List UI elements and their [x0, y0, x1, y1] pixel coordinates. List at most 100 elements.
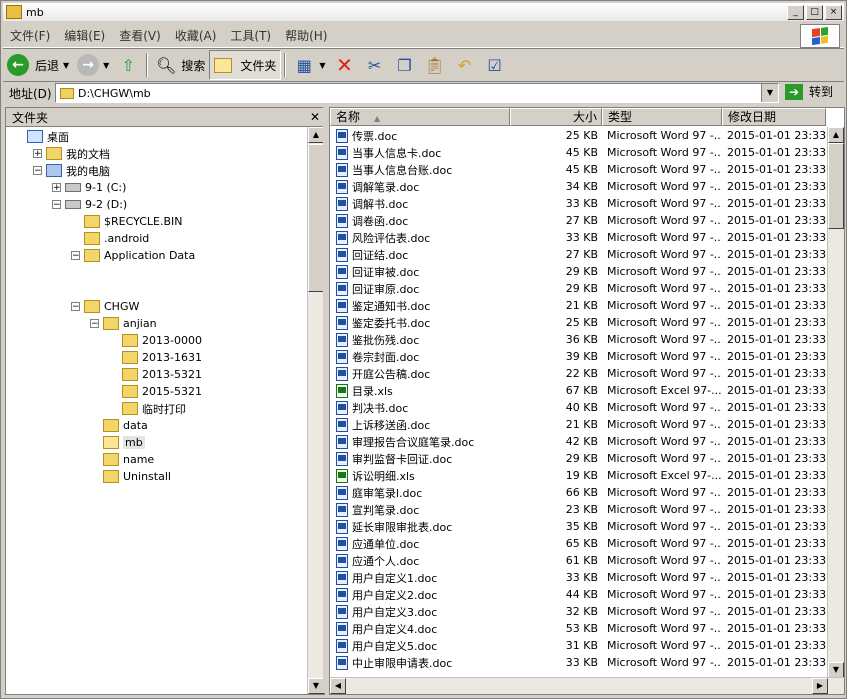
back-button[interactable]: ← 后退 ▼: [3, 51, 73, 79]
expand-icon[interactable]: +: [33, 149, 42, 159]
forward-button[interactable]: → ▼: [73, 51, 113, 79]
tree-item[interactable]: .android: [71, 230, 149, 247]
tree-item[interactable]: 2013-5321: [109, 366, 202, 383]
tree-item[interactable]: − anjian: [90, 315, 157, 332]
menu-edit[interactable]: 编辑(E): [57, 27, 112, 44]
tree-item[interactable]: 2013-1631: [109, 349, 202, 366]
properties-button[interactable]: ☑: [480, 51, 510, 79]
address-dropdown-icon[interactable]: ▼: [761, 84, 778, 102]
file-row[interactable]: 中止审限申请表.doc 33 KB Microsoft Word 97 -... 20…: [330, 654, 826, 671]
file-row[interactable]: 调解笔录.doc 34 KB Microsoft Word 97 -... 2015-…: [330, 178, 826, 195]
file-row[interactable]: 回证审原.doc 29 KB Microsoft Word 97 -... 2015-…: [330, 280, 826, 297]
close-button[interactable]: ×: [825, 5, 842, 20]
collapse-icon[interactable]: −: [33, 166, 42, 176]
file-row[interactable]: 开庭公告稿.doc 22 KB Microsoft Word 97 -... 2015…: [330, 365, 826, 382]
file-row[interactable]: 鉴定通知书.doc 21 KB Microsoft Word 97 -... 2015…: [330, 297, 826, 314]
scroll-up-button[interactable]: ▲: [308, 127, 324, 143]
menu-help[interactable]: 帮助(H): [278, 27, 334, 44]
title-bar[interactable]: mb _ □ ×: [3, 3, 844, 21]
tree-item[interactable]: data: [90, 417, 148, 434]
collapse-icon[interactable]: −: [71, 302, 80, 312]
menu-view[interactable]: 查看(V): [112, 27, 168, 44]
file-row[interactable]: 鉴定委托书.doc 25 KB Microsoft Word 97 -... 2015…: [330, 314, 826, 331]
column-size[interactable]: 大小: [510, 108, 602, 126]
file-row[interactable]: 用户自定义5.doc 31 KB Microsoft Word 97 -... 201…: [330, 637, 826, 654]
menu-file[interactable]: 文件(F): [3, 27, 57, 44]
collapse-icon[interactable]: −: [71, 251, 80, 261]
tree-item[interactable]: 临时打印: [109, 400, 186, 417]
column-type[interactable]: 类型: [602, 108, 722, 126]
back-dropdown-icon[interactable]: ▼: [63, 61, 69, 70]
close-pane-icon[interactable]: ✕: [310, 110, 320, 124]
scroll-up-button[interactable]: ▲: [828, 127, 844, 143]
column-date[interactable]: 修改日期: [722, 108, 826, 126]
address-input[interactable]: D:\CHGW\mb ▼: [55, 83, 779, 103]
views-dropdown-icon[interactable]: ▼: [319, 61, 325, 70]
file-row[interactable]: 调解书.doc 33 KB Microsoft Word 97 -... 2015-0…: [330, 195, 826, 212]
tree-item[interactable]: 2015-5321: [109, 383, 202, 400]
maximize-button[interactable]: □: [806, 5, 823, 20]
paste-button[interactable]: 📋︎: [420, 51, 450, 79]
file-row[interactable]: 应通单位.doc 65 KB Microsoft Word 97 -... 2015-…: [330, 535, 826, 552]
tree-item[interactable]: +9-1 (C:): [52, 179, 126, 196]
file-row[interactable]: 用户自定义2.doc 44 KB Microsoft Word 97 -... 201…: [330, 586, 826, 603]
collapse-icon[interactable]: −: [90, 319, 99, 329]
file-row[interactable]: 鉴批伤残.doc 36 KB Microsoft Word 97 -... 2015-…: [330, 331, 826, 348]
tree-item[interactable]: [90, 281, 103, 298]
file-row[interactable]: 卷宗封面.doc 39 KB Microsoft Word 97 -... 2015-…: [330, 348, 826, 365]
tree-item[interactable]: − 我的电脑: [33, 162, 110, 179]
collapse-icon[interactable]: −: [52, 200, 61, 210]
file-row[interactable]: 用户自定义3.doc 32 KB Microsoft Word 97 -... 201…: [330, 603, 826, 620]
file-row[interactable]: 当事人信息台账.doc 45 KB Microsoft Word 97 -... 20…: [330, 161, 826, 178]
file-row[interactable]: 当事人信息卡.doc 45 KB Microsoft Word 97 -... 201…: [330, 144, 826, 161]
scroll-down-button[interactable]: ▼: [828, 662, 844, 678]
scroll-right-button[interactable]: ▶: [812, 678, 828, 694]
file-row[interactable]: 传票.doc 25 KB Microsoft Word 97 -... 2015-01…: [330, 127, 826, 144]
file-row[interactable]: 回证结.doc 27 KB Microsoft Word 97 -... 2015-0…: [330, 246, 826, 263]
scroll-left-button[interactable]: ◀: [330, 678, 346, 694]
up-button[interactable]: ⇧: [113, 51, 143, 79]
tree-item[interactable]: name: [90, 451, 154, 468]
file-row[interactable]: 诉讼明细.xls 19 KB Microsoft Excel 97-... 2015-…: [330, 467, 826, 484]
expand-icon[interactable]: +: [52, 183, 61, 193]
file-row[interactable]: 用户自定义1.doc 33 KB Microsoft Word 97 -... 201…: [330, 569, 826, 586]
scroll-thumb[interactable]: [308, 144, 324, 292]
menu-favorites[interactable]: 收藏(A): [168, 27, 224, 44]
tree-item[interactable]: Uninstall: [90, 468, 171, 485]
file-row[interactable]: 审理报告合议庭笔录.doc 42 KB Microsoft Word 97 -...…: [330, 433, 826, 450]
file-row[interactable]: 回证审被.doc 29 KB Microsoft Word 97 -... 2015-…: [330, 263, 826, 280]
tree-item[interactable]: − Application Data: [71, 247, 195, 264]
folders-button[interactable]: 文件夹: [209, 50, 282, 80]
tree-item[interactable]: mb: [90, 434, 145, 451]
forward-dropdown-icon[interactable]: ▼: [103, 61, 109, 70]
file-row[interactable]: 审判监督卡回证.doc 29 KB Microsoft Word 97 -... 20…: [330, 450, 826, 467]
file-row[interactable]: 调卷函.doc 27 KB Microsoft Word 97 -... 2015-0…: [330, 212, 826, 229]
tree-item[interactable]: [90, 264, 103, 281]
file-row[interactable]: 宣判笔录.doc 23 KB Microsoft Word 97 -... 2015-…: [330, 501, 826, 518]
file-list-hscrollbar[interactable]: ◀ ▶: [330, 677, 844, 694]
go-button[interactable]: ➔ 转到: [785, 83, 833, 100]
file-row[interactable]: 判决书.doc 40 KB Microsoft Word 97 -... 2015-0…: [330, 399, 826, 416]
file-row[interactable]: 应通个人.doc 61 KB Microsoft Word 97 -... 2015-…: [330, 552, 826, 569]
menu-tools[interactable]: 工具(T): [223, 27, 278, 44]
file-row[interactable]: 庭审笔录l.doc 66 KB Microsoft Word 97 -... 2015…: [330, 484, 826, 501]
file-row[interactable]: 用户自定义4.doc 53 KB Microsoft Word 97 -... 201…: [330, 620, 826, 637]
file-row[interactable]: 上诉移送函.doc 21 KB Microsoft Word 97 -... 2015…: [330, 416, 826, 433]
file-row[interactable]: 延长审限审批表.doc 35 KB Microsoft Word 97 -... 20…: [330, 518, 826, 535]
tree-item[interactable]: + 我的文档: [33, 145, 110, 162]
file-row[interactable]: 风险评估表.doc 33 KB Microsoft Word 97 -... 2015…: [330, 229, 826, 246]
cut-button[interactable]: ✂: [360, 51, 390, 79]
tree-item[interactable]: − 9-2 (D:): [52, 196, 127, 213]
scroll-down-button[interactable]: ▼: [308, 678, 324, 694]
column-name[interactable]: 名称 ▲: [330, 108, 510, 126]
file-list-vscrollbar[interactable]: ▲ ▼: [827, 127, 844, 678]
undo-button[interactable]: ↶: [450, 51, 480, 79]
folder-pane-scrollbar[interactable]: ▲ ▼: [307, 127, 324, 694]
delete-button[interactable]: ✕: [330, 51, 360, 79]
tree-item[interactable]: 2013-0000: [109, 332, 202, 349]
scroll-thumb[interactable]: [828, 143, 844, 229]
tree-item[interactable]: $RECYCLE.BIN: [71, 213, 182, 230]
tree-item[interactable]: − CHGW: [71, 298, 139, 315]
search-button[interactable]: 🔍︎ 搜索: [151, 51, 209, 79]
tree-item[interactable]: 桌面: [14, 128, 69, 145]
